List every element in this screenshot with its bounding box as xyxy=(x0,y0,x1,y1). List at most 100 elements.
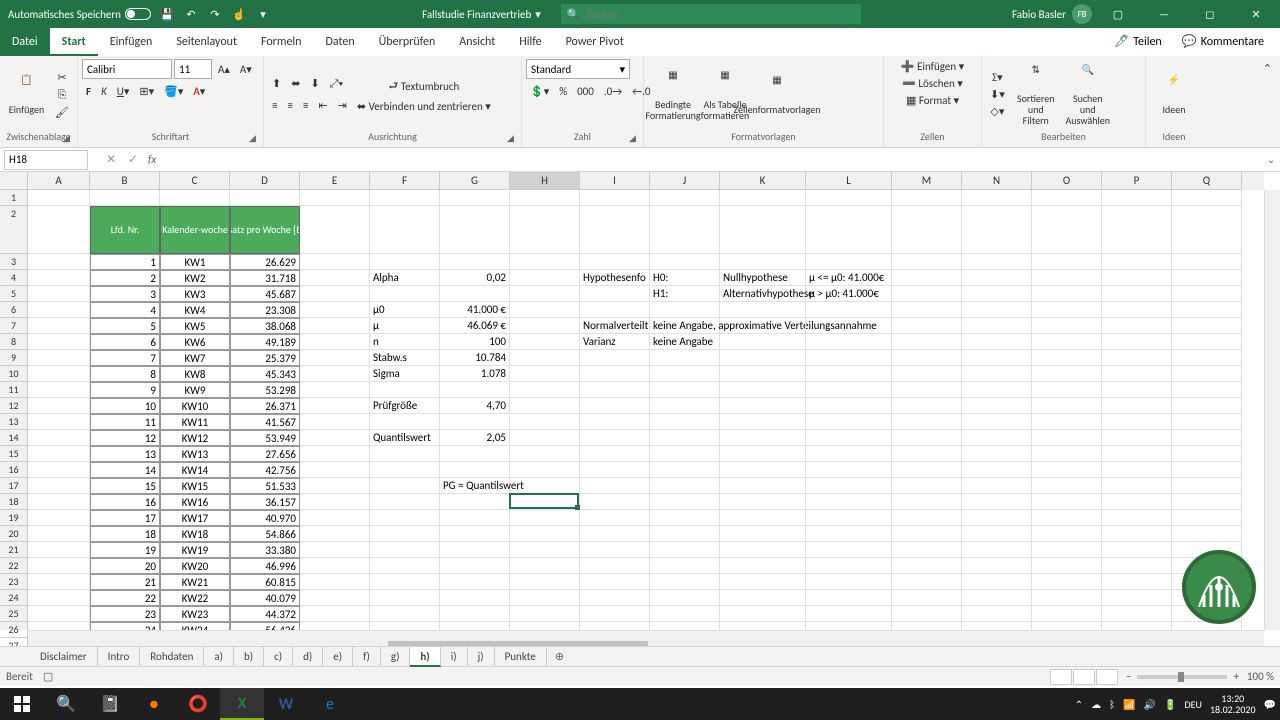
tray-lang[interactable]: DEU xyxy=(1184,698,1201,711)
row-header-25[interactable]: 25 xyxy=(0,606,28,622)
cell[interactable] xyxy=(440,510,510,526)
comments-button[interactable]: 💬Kommentare xyxy=(1174,32,1272,51)
cell[interactable] xyxy=(28,190,90,206)
cell[interactable] xyxy=(720,606,806,622)
font-launcher[interactable]: ◢ xyxy=(249,133,261,145)
cell[interactable] xyxy=(720,558,806,574)
underline-button[interactable]: U▾ xyxy=(113,83,134,100)
cell[interactable]: Hypothesenfo xyxy=(580,270,650,286)
touch-mode-icon[interactable]: ☝ xyxy=(231,6,247,22)
cell[interactable]: Umsatz pro Woche [EUR] xyxy=(230,206,300,254)
indent-dec-button[interactable]: ⇤ xyxy=(314,97,331,114)
autosave-toggle[interactable]: Automatisches Speichern xyxy=(8,8,151,21)
cell[interactable] xyxy=(1032,462,1102,478)
cell[interactable] xyxy=(1102,510,1172,526)
cell[interactable] xyxy=(370,462,440,478)
cell[interactable] xyxy=(370,190,440,206)
vertical-scrollbar[interactable] xyxy=(1264,190,1280,630)
cell[interactable]: KW22 xyxy=(160,590,230,606)
insert-cells-button[interactable]: ➕ Einfügen ▾ xyxy=(888,58,977,75)
cell[interactable] xyxy=(650,478,720,494)
cell[interactable] xyxy=(720,382,806,398)
cell[interactable] xyxy=(720,478,806,494)
column-header-D[interactable]: D xyxy=(230,172,300,190)
cell[interactable] xyxy=(580,286,650,302)
cell[interactable] xyxy=(892,190,962,206)
column-header-O[interactable]: O xyxy=(1032,172,1102,190)
column-header-A[interactable]: A xyxy=(28,172,90,190)
cell[interactable]: 27.656 xyxy=(230,446,300,462)
cell[interactable] xyxy=(28,526,90,542)
cell[interactable] xyxy=(370,382,440,398)
row-header-21[interactable]: 21 xyxy=(0,542,28,558)
cell[interactable] xyxy=(510,478,580,494)
cell[interactable] xyxy=(892,574,962,590)
copy-button[interactable]: ⎘ xyxy=(51,86,73,104)
cell[interactable]: 12 xyxy=(90,430,160,446)
cell[interactable] xyxy=(580,446,650,462)
tray-volume-icon[interactable]: 🔊 xyxy=(1144,698,1156,711)
cell[interactable] xyxy=(1102,270,1172,286)
cell[interactable] xyxy=(1102,398,1172,414)
cell[interactable] xyxy=(1102,334,1172,350)
cell[interactable]: H1: xyxy=(650,286,720,302)
grow-font-button[interactable]: A▴ xyxy=(214,61,234,78)
cell[interactable] xyxy=(440,206,510,254)
cell[interactable] xyxy=(510,510,580,526)
row-header-22[interactable]: 22 xyxy=(0,558,28,574)
cell[interactable] xyxy=(892,446,962,462)
cell[interactable] xyxy=(892,398,962,414)
row-header-8[interactable]: 8 xyxy=(0,334,28,350)
cell[interactable]: 4,70 xyxy=(440,398,510,414)
cell[interactable] xyxy=(892,206,962,254)
cell[interactable] xyxy=(1032,430,1102,446)
collapse-ribbon-icon[interactable]: ⌃ xyxy=(1259,60,1276,77)
cell[interactable] xyxy=(806,334,892,350)
cell[interactable] xyxy=(1102,574,1172,590)
cell[interactable]: 15 xyxy=(90,478,160,494)
cell[interactable] xyxy=(962,382,1032,398)
cell[interactable] xyxy=(806,254,892,270)
cell[interactable] xyxy=(370,414,440,430)
cell[interactable]: keine Angabe, approximative Verteilungsa… xyxy=(650,318,720,334)
cell[interactable] xyxy=(1172,366,1242,382)
cell[interactable]: 100 xyxy=(440,334,510,350)
cell[interactable]: Alternativhypothese xyxy=(720,286,806,302)
cell[interactable] xyxy=(720,206,806,254)
font-color-button[interactable]: A▾ xyxy=(189,83,209,100)
cell[interactable] xyxy=(1102,590,1172,606)
cell[interactable] xyxy=(580,590,650,606)
cell[interactable] xyxy=(806,478,892,494)
cell[interactable] xyxy=(720,446,806,462)
cell[interactable]: 11 xyxy=(90,414,160,430)
tab-view[interactable]: Ansicht xyxy=(447,28,507,56)
cell[interactable]: KW4 xyxy=(160,302,230,318)
cell[interactable] xyxy=(440,414,510,430)
cell[interactable] xyxy=(1032,270,1102,286)
tab-help[interactable]: Hilfe xyxy=(507,28,553,56)
tray-battery-icon[interactable]: 🔋 xyxy=(1164,698,1176,711)
cell[interactable]: H0: xyxy=(650,270,720,286)
cell[interactable] xyxy=(1032,334,1102,350)
row-header-11[interactable]: 11 xyxy=(0,382,28,398)
cell[interactable]: KW2 xyxy=(160,270,230,286)
tray-wifi-icon[interactable]: 📶 xyxy=(1123,698,1135,711)
taskbar-excel[interactable]: X xyxy=(220,688,264,720)
cell[interactable] xyxy=(300,398,370,414)
cell[interactable] xyxy=(370,526,440,542)
cell[interactable] xyxy=(580,510,650,526)
cell[interactable]: KW20 xyxy=(160,558,230,574)
cell[interactable] xyxy=(28,558,90,574)
cell[interactable] xyxy=(650,382,720,398)
row-header-13[interactable]: 13 xyxy=(0,414,28,430)
user-name[interactable]: Fabio Basler xyxy=(1012,8,1066,21)
zoom-level[interactable]: 100 % xyxy=(1247,670,1274,683)
cell[interactable] xyxy=(650,430,720,446)
cell[interactable] xyxy=(1102,462,1172,478)
cell[interactable]: μ > μ0: 41.000€ xyxy=(806,286,892,302)
tab-insert[interactable]: Einfügen xyxy=(98,28,165,56)
cell[interactable] xyxy=(1102,606,1172,622)
cell[interactable] xyxy=(1172,430,1242,446)
cell[interactable] xyxy=(370,542,440,558)
tab-start[interactable]: Start xyxy=(50,28,98,56)
